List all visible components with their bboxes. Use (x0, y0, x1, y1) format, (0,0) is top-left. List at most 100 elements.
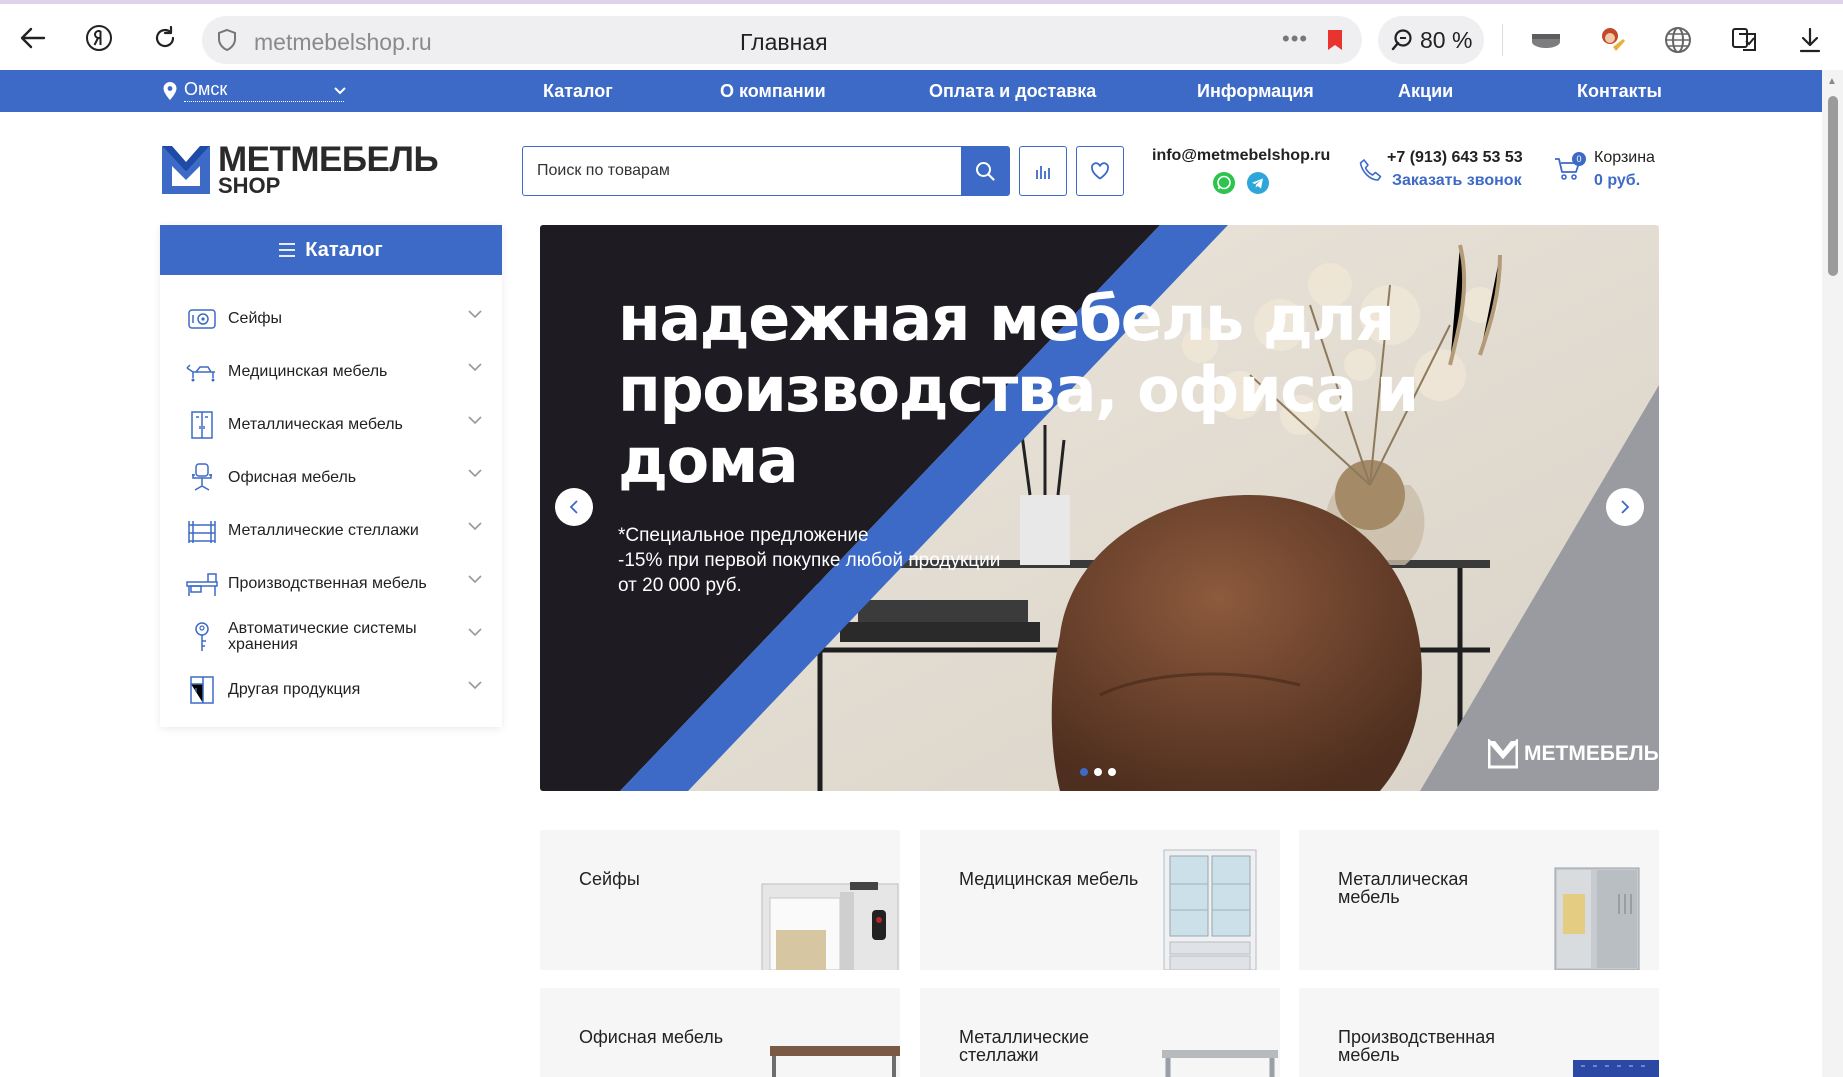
sidebar-item-label: Металлические стеллажи (228, 521, 419, 539)
brand-text: МЕТМЕБЕЛЬ (1524, 742, 1659, 765)
category-card-racks[interactable]: Металлические стеллажи (920, 988, 1280, 1077)
slider-dots (1080, 768, 1116, 776)
slider-prev-button[interactable] (555, 488, 593, 526)
chevron-down-icon (468, 681, 482, 690)
page-scrollbar[interactable]: ▲ (1822, 70, 1843, 1077)
url-text[interactable]: metmebelshop.ru (254, 29, 432, 56)
sidebar-item-medical[interactable]: Медицинская мебель (160, 345, 502, 398)
chevron-left-icon (569, 500, 578, 514)
zoom-icon (1391, 29, 1412, 51)
compare-chart-icon (1036, 166, 1050, 179)
contact-phone[interactable]: +7 (913) 643 53 53 (1387, 149, 1523, 167)
chevron-down-icon (468, 310, 482, 319)
city-name[interactable]: Омск (184, 79, 344, 102)
scrollbar-thumb[interactable] (1828, 96, 1838, 276)
shield-icon (218, 28, 236, 52)
catalog-header[interactable]: Каталог (160, 225, 502, 275)
more-icon[interactable]: ••• (1282, 26, 1308, 52)
collections-button[interactable] (1728, 24, 1760, 56)
card-title: Металлическая мебель (1338, 869, 1469, 907)
sidebar-item-safes[interactable]: Сейфы (160, 292, 502, 345)
download-icon (1799, 27, 1821, 53)
favorites-button[interactable] (1076, 146, 1124, 196)
nav-promotions[interactable]: Акции (1398, 81, 1453, 102)
cabinet-icon (190, 676, 214, 704)
category-card-industrial[interactable]: Производственная мебель (1299, 988, 1659, 1077)
brand-mark-icon (1488, 739, 1518, 769)
sidebar-item-storage-systems[interactable]: Автоматические системы хранения (160, 610, 502, 663)
telegram-icon[interactable] (1246, 171, 1270, 195)
medical-bed-icon (186, 364, 215, 382)
promo-line: *Специальное предложение (618, 525, 869, 546)
contact-email[interactable]: info@metmebelshop.ru (1152, 147, 1330, 165)
cart-sum: 0 руб. (1594, 172, 1641, 189)
zoom-button[interactable]: 80 % (1378, 16, 1484, 64)
hero-brand: МЕТМЕБЕЛЬ (1488, 739, 1659, 769)
card-title: Медицинская мебель (959, 869, 1139, 889)
bookmark-icon[interactable] (1326, 29, 1344, 51)
card-title: Производственная мебель (1338, 1027, 1495, 1065)
downloads-button[interactable] (1794, 24, 1826, 56)
extension-button[interactable] (1530, 24, 1562, 56)
reload-button[interactable] (149, 22, 181, 54)
slider-dot[interactable] (1094, 768, 1102, 776)
category-card-safes[interactable]: Сейфы (540, 830, 900, 970)
category-card-office[interactable]: Офисная мебель (540, 988, 900, 1077)
location-pin-icon (163, 81, 177, 100)
city-selector[interactable]: Омск (162, 79, 346, 102)
address-bar[interactable]: metmebelshop.ru Главная ••• (202, 16, 1362, 64)
translate-button[interactable] (1662, 24, 1694, 56)
sidebar-item-label: Сейфы (228, 309, 283, 327)
sidebar-item-label: Металлическая мебель (228, 415, 403, 433)
chevron-down-icon (468, 416, 482, 425)
search-input[interactable] (523, 147, 961, 195)
promo-line: -15% при первой покупке любой продукции (618, 550, 1001, 571)
locker-icon (191, 411, 213, 439)
sidebar-item-industrial[interactable]: Производственная мебель (160, 557, 502, 610)
sidebar-item-label: Производственная мебель (228, 574, 427, 592)
cart-label[interactable]: Корзина (1594, 149, 1655, 167)
slider-dot-active[interactable] (1080, 768, 1088, 776)
yandex-button[interactable] (83, 22, 115, 54)
category-card-medical[interactable]: Медицинская мебель (920, 830, 1280, 970)
chevron-down-icon (468, 628, 482, 637)
scroll-up-icon[interactable]: ▲ (1827, 76, 1837, 87)
sidebar-item-other[interactable]: Другая продукция (160, 663, 502, 716)
catalog-sidebar: Каталог Сейфы Медицинская мебель Металли… (160, 225, 502, 727)
key-icon (195, 622, 209, 651)
slider-next-button[interactable] (1606, 488, 1644, 526)
nav-contacts[interactable]: Контакты (1577, 81, 1662, 102)
chevron-down-icon (334, 86, 346, 94)
nav-info[interactable]: Информация (1197, 81, 1314, 102)
slider-dot[interactable] (1108, 768, 1116, 776)
logo-mark-icon (162, 146, 210, 194)
sidebar-item-racks[interactable]: Металлические стеллажи (160, 504, 502, 557)
zoom-level: 80 % (1420, 26, 1473, 53)
rack-icon (188, 521, 216, 543)
search-button[interactable] (961, 147, 1009, 195)
compare-button[interactable] (1019, 146, 1067, 196)
collections-icon (1732, 28, 1756, 51)
nav-catalog[interactable]: Каталог (543, 81, 613, 102)
medical-cabinet-image (1163, 849, 1257, 970)
phone-icon (1359, 159, 1382, 181)
reload-icon (155, 25, 175, 48)
browser-toolbar: metmebelshop.ru Главная ••• 80 % (0, 0, 1843, 70)
whatsapp-icon[interactable] (1212, 171, 1236, 195)
sidebar-item-label: Офисная мебель (228, 468, 357, 486)
sidebar-item-metal-furniture[interactable]: Металлическая мебель (160, 398, 502, 451)
chevron-right-icon (1621, 500, 1630, 514)
nav-about[interactable]: О компании (720, 81, 826, 102)
hero-promo: *Специальное предложение -15% при первой… (618, 523, 1000, 598)
nav-payment-delivery[interactable]: Оплата и доставка (929, 81, 1096, 102)
card-title: Офисная мебель (579, 1027, 724, 1047)
site-logo[interactable]: МЕТМЕБЕЛЬ SHOP (160, 140, 439, 198)
extension-button[interactable] (1596, 24, 1628, 56)
back-button[interactable] (17, 22, 49, 54)
callback-link[interactable]: Заказать звонок (1392, 172, 1522, 190)
category-card-metal-furniture[interactable]: Металлическая мебель (1299, 830, 1659, 970)
arrow-left-icon (20, 27, 46, 49)
safe-icon (188, 309, 216, 329)
sidebar-item-label: Медицинская мебель (228, 362, 388, 380)
sidebar-item-office[interactable]: Офисная мебель (160, 451, 502, 504)
